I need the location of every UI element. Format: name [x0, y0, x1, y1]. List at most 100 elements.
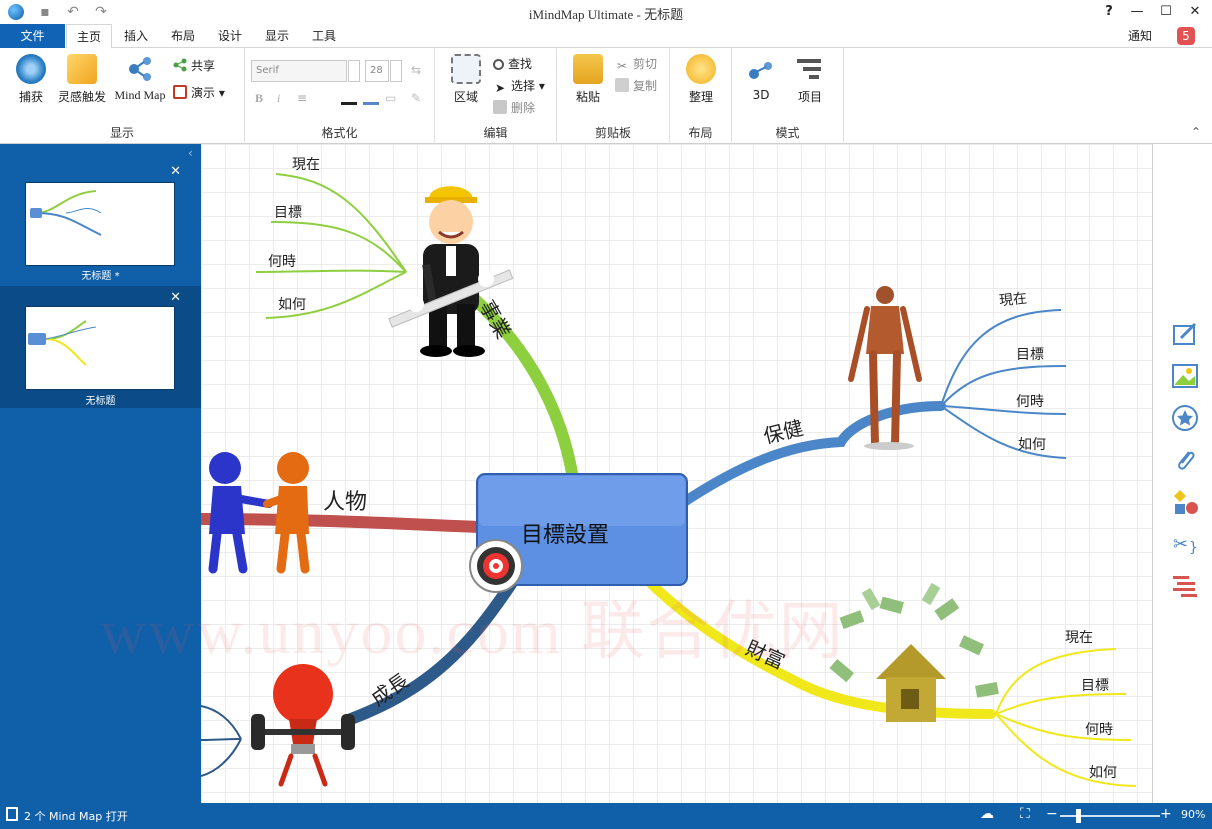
shape-style-icon[interactable]: ▭: [385, 88, 396, 108]
map-thumbnail-2[interactable]: ✕ 无标题: [0, 286, 201, 408]
select-button[interactable]: ➤ 选择 ▾: [493, 76, 545, 96]
zoom-out-button[interactable]: −: [1046, 806, 1058, 822]
shapes-icon[interactable]: [1171, 488, 1199, 516]
share-icon: [173, 58, 187, 72]
title-bar: ▪ ↶ ↷ iMindMap Ultimate - 无标题 ? — ☐ ✕: [0, 0, 1212, 24]
present-icon: [173, 85, 187, 99]
mindmap-button[interactable]: Mind Map: [112, 54, 168, 103]
window-title: iMindMap Ultimate - 无标题: [528, 7, 684, 22]
undo-icon[interactable]: ↶: [64, 3, 82, 21]
capture-button[interactable]: 捕获: [12, 54, 50, 105]
career-sub-how[interactable]: 如何: [278, 294, 306, 314]
snippets-icon[interactable]: ✂}: [1171, 530, 1199, 558]
group-show: 捕获 灵感触发 Mind Map 共享 演示 ▾ 显示: [0, 48, 245, 144]
tab-design[interactable]: 设计: [210, 24, 250, 48]
wealth-sub-goal[interactable]: 目標: [1081, 675, 1109, 695]
align-icon[interactable]: ≡: [297, 88, 307, 108]
tab-insert[interactable]: 插入: [116, 24, 156, 48]
career-sub-when[interactable]: 何時: [268, 251, 296, 271]
close-map-2-icon[interactable]: ✕: [170, 290, 181, 305]
save-icon[interactable]: ▪: [36, 3, 54, 21]
maximize-button[interactable]: ☐: [1153, 2, 1179, 22]
branch-wealth: [636, 569, 996, 719]
wealth-sub-now[interactable]: 現在: [1065, 627, 1093, 647]
present-button[interactable]: 演示 ▾: [173, 83, 225, 103]
font-family-dropdown[interactable]: [348, 60, 360, 82]
health-sub-how[interactable]: 如何: [1018, 434, 1046, 454]
image-icon[interactable]: [1171, 362, 1199, 390]
tab-view[interactable]: 显示: [257, 24, 297, 48]
branch-label-people[interactable]: 人物: [323, 484, 367, 516]
close-map-1-icon[interactable]: ✕: [170, 164, 181, 179]
arrange-icon: [686, 54, 716, 84]
collapse-panel-icon[interactable]: ‹: [188, 146, 193, 160]
wealth-sub-when[interactable]: 何時: [1085, 719, 1113, 739]
tab-home[interactable]: 主页: [66, 24, 112, 49]
document-icon: [6, 807, 18, 821]
cut-button[interactable]: ✂ 剪切: [615, 54, 657, 74]
help-button[interactable]: ?: [1096, 2, 1122, 22]
3d-button[interactable]: 3D: [744, 54, 778, 102]
copy-button[interactable]: 复制: [615, 76, 657, 96]
project-button[interactable]: 项目: [790, 54, 830, 105]
note-pencil-icon[interactable]: [1171, 320, 1199, 348]
career-sub-now[interactable]: 現在: [292, 154, 320, 174]
health-sub-now[interactable]: 現在: [998, 288, 1028, 311]
collapse-ribbon-icon[interactable]: ⌃: [1191, 122, 1201, 142]
fit-screen-icon[interactable]: ⛶: [1020, 806, 1030, 822]
map-thumbnail-1[interactable]: ✕ 无标题 *: [0, 164, 201, 286]
branch-health: [676, 401, 946, 509]
open-maps-count: 2 个 Mind Map 打开: [24, 810, 128, 823]
share-button[interactable]: 共享: [173, 56, 215, 76]
zoom-slider-track[interactable]: [1060, 815, 1160, 817]
font-size-dropdown[interactable]: [390, 60, 402, 82]
career-sub-goal[interactable]: 目標: [274, 202, 302, 222]
app-logo-icon[interactable]: [8, 4, 24, 20]
gantt-panel-icon[interactable]: [1171, 572, 1199, 600]
zoom-level: 90%: [1181, 808, 1206, 821]
close-button[interactable]: ✕: [1182, 2, 1208, 22]
bold-button[interactable]: B: [255, 88, 263, 108]
mindmap-canvas[interactable]: 目標設置 事業 保健 人物 成長 財富 現在 目標 何時 如何 現在 目標 何時…: [201, 144, 1153, 803]
clear-format-icon[interactable]: ⇆: [411, 60, 421, 80]
region-button[interactable]: 区域: [447, 54, 485, 105]
touch-mode-icon[interactable]: ☁: [980, 806, 994, 822]
find-button[interactable]: 查找: [493, 54, 532, 74]
redo-icon[interactable]: ↷: [92, 3, 110, 21]
attachment-icon[interactable]: [1171, 446, 1199, 474]
zoom-slider-handle[interactable]: [1076, 809, 1081, 823]
tab-tools[interactable]: 工具: [304, 24, 344, 48]
scissors-icon: ✂: [616, 59, 628, 73]
health-sub-goal[interactable]: 目標: [1016, 344, 1044, 364]
paste-button[interactable]: 粘贴: [571, 54, 605, 105]
arrange-button[interactable]: 整理: [684, 54, 718, 105]
ribbon: 捕获 灵感触发 Mind Map 共享 演示 ▾ 显示 Serif 28 ⇆ B: [0, 48, 1212, 144]
health-sub-when[interactable]: 何時: [1016, 391, 1044, 411]
clipboard-icon: [573, 54, 603, 84]
notifications-label[interactable]: 通知: [1128, 27, 1152, 45]
lightbulb-illustration: [251, 664, 355, 787]
star-icon[interactable]: [1171, 404, 1199, 432]
tab-layout[interactable]: 布局: [163, 24, 203, 48]
tab-file[interactable]: 文件: [0, 24, 65, 48]
minimize-button[interactable]: —: [1124, 2, 1150, 22]
trash-icon: [493, 100, 507, 114]
group-layout: 整理 布局: [670, 48, 732, 144]
notifications-badge[interactable]: 5: [1177, 27, 1195, 45]
format-painter-icon[interactable]: ✎: [411, 88, 421, 108]
inspire-button[interactable]: 灵感触发: [56, 54, 108, 105]
italic-button[interactable]: i: [277, 88, 280, 108]
wealth-sub-how[interactable]: 如何: [1089, 762, 1117, 782]
handshake-illustration: [208, 452, 310, 574]
font-family-field[interactable]: Serif: [251, 60, 347, 82]
branch-color-icon[interactable]: [363, 88, 379, 108]
right-toolbar: ✂}: [1154, 144, 1212, 803]
zoom-in-button[interactable]: +: [1160, 806, 1172, 822]
mindmap-icon: [125, 54, 155, 84]
group-format: Serif 28 ⇆ B i ≡ ▭ ✎ 格式化: [245, 48, 435, 144]
central-topic-label[interactable]: 目標設置: [521, 517, 609, 549]
delete-button[interactable]: 删除: [493, 98, 535, 118]
text-color-icon[interactable]: [341, 88, 357, 108]
font-size-field[interactable]: 28: [365, 60, 389, 82]
3d-icon: [746, 54, 776, 84]
